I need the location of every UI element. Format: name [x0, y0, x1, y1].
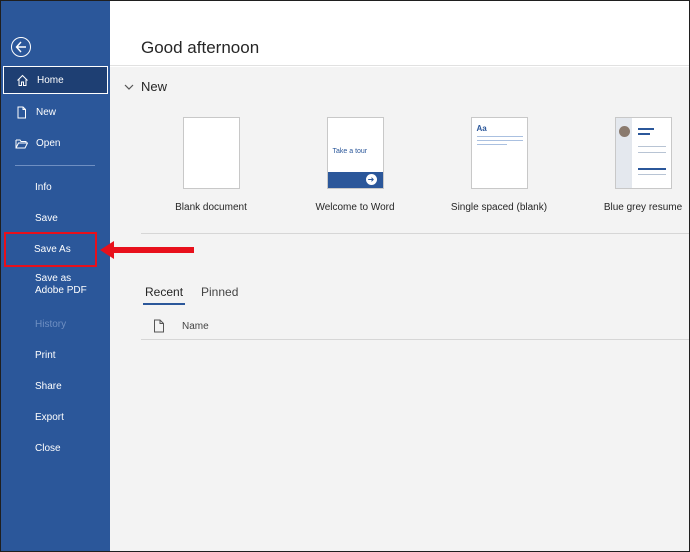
sidebar-item-label: History: [35, 318, 67, 330]
sidebar-item-share[interactable]: Share: [1, 372, 110, 400]
resume-line: [637, 174, 666, 175]
section-divider: [141, 233, 689, 234]
template-blue-grey-resume[interactable]: Blue grey resume: [573, 117, 689, 213]
arrow-circle-icon: ➜: [365, 174, 377, 185]
sidebar-item-label: Save as Adobe PDF: [35, 273, 87, 296]
list-header-divider: [141, 339, 689, 340]
new-section-title: New: [141, 79, 168, 94]
sidebar-item-label: Save: [35, 212, 58, 224]
sidebar-item-label: Home: [37, 74, 64, 86]
sidebar-item-info[interactable]: Info: [1, 173, 110, 201]
template-thumbnail: [182, 117, 240, 189]
thumb-line: [476, 136, 523, 137]
file-type-icon: [154, 319, 164, 333]
template-single-spaced[interactable]: Aa Single spaced (blank): [429, 117, 569, 213]
folder-open-icon: [15, 137, 29, 150]
sidebar-item-label: Info: [35, 181, 52, 193]
template-label: Welcome to Word: [315, 202, 395, 213]
header-divider: [110, 65, 689, 66]
thumb-text: Take a tour: [332, 148, 368, 155]
sidebar-item-save-as[interactable]: Save As: [4, 232, 97, 267]
word-backstage-window: Home New Open Info Save Save As Save as …: [0, 0, 690, 552]
sidebar-item-open[interactable]: Open: [1, 129, 110, 157]
template-label: Single spaced (blank): [450, 202, 548, 213]
sidebar-item-new[interactable]: New: [1, 98, 110, 126]
resume-line: [637, 168, 666, 170]
template-thumbnail: Take a tour ➜: [326, 117, 384, 189]
template-thumbnail: [614, 117, 672, 189]
resume-line: [637, 152, 666, 153]
template-blank-document[interactable]: Blank document: [141, 117, 281, 213]
thumb-text: Aa: [476, 124, 487, 133]
tab-pinned[interactable]: Pinned: [201, 285, 238, 299]
new-document-icon: [15, 106, 28, 119]
sidebar-item-label: New: [36, 106, 57, 118]
template-label: Blank document: [175, 202, 247, 213]
sidebar-item-save-as-adobe-pdf[interactable]: Save as Adobe PDF: [1, 273, 110, 301]
sidebar-item-export[interactable]: Export: [1, 403, 110, 431]
template-thumbnail: Aa: [470, 117, 528, 189]
tab-active-indicator: [143, 303, 185, 305]
sidebar-item-label: Open: [36, 137, 61, 149]
thumb-line: [476, 144, 507, 145]
thumb-line: [476, 140, 523, 141]
sidebar-item-label: Close: [35, 442, 61, 454]
sidebar-item-home[interactable]: Home: [3, 66, 108, 94]
template-welcome-to-word[interactable]: Take a tour ➜ Welcome to Word: [285, 117, 425, 213]
sidebar-item-label: Export: [35, 411, 64, 423]
home-icon: [16, 74, 29, 87]
main-header: Good afternoon: [110, 1, 689, 67]
sidebar-item-save[interactable]: Save: [1, 204, 110, 232]
resume-line: [637, 146, 666, 147]
template-label: Blue grey resume: [603, 202, 683, 213]
chevron-down-icon[interactable]: [123, 81, 135, 93]
sidebar-item-history: History: [1, 310, 110, 338]
sidebar-item-close[interactable]: Close: [1, 434, 110, 462]
sidebar-divider: [15, 165, 95, 166]
sidebar: Home New Open Info Save Save As Save as …: [1, 1, 110, 551]
column-header-name[interactable]: Name: [182, 321, 209, 332]
resume-line: [637, 128, 654, 130]
sidebar-item-print[interactable]: Print: [1, 341, 110, 369]
sidebar-item-label: Print: [35, 349, 56, 361]
greeting-title: Good afternoon: [141, 38, 260, 57]
red-arrow-annotation: [100, 241, 194, 259]
tab-recent[interactable]: Recent: [145, 285, 183, 299]
back-arrow-icon: [15, 41, 26, 53]
sidebar-item-label: Share: [35, 380, 62, 392]
sidebar-item-label: Save As: [34, 244, 71, 255]
resume-line: [637, 133, 650, 135]
back-button[interactable]: [11, 37, 31, 57]
resume-photo: [618, 126, 630, 137]
